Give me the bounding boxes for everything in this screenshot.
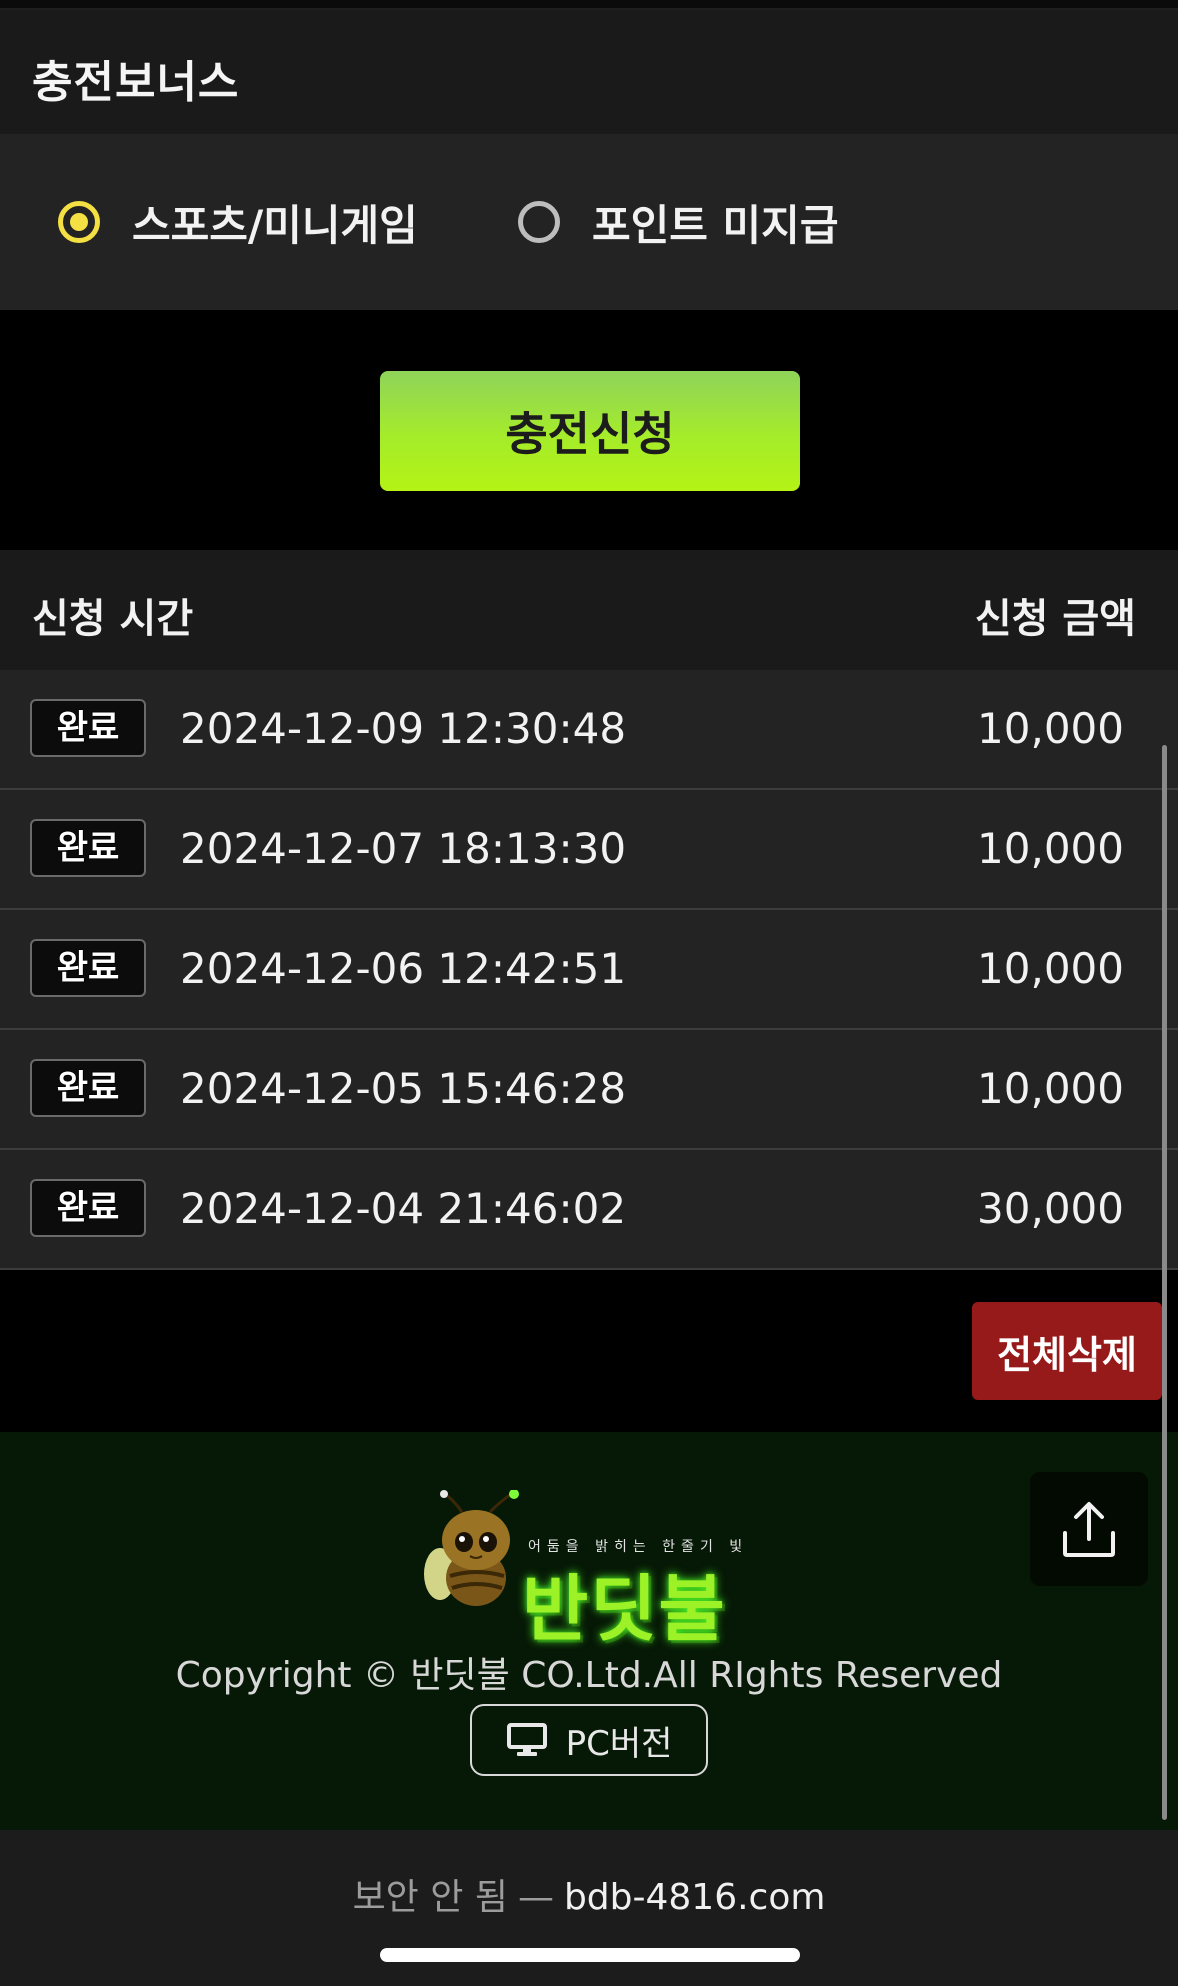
list-item[interactable]: 완료 2024-12-07 18:13:30 10,000 xyxy=(0,790,1178,910)
column-header-amount: 신청 금액 xyxy=(974,596,1136,642)
delete-all-button[interactable]: 전체삭제 xyxy=(972,1302,1162,1400)
browser-address-bar[interactable]: 보안 안 됨 — bdb-4816.com xyxy=(0,1830,1178,1986)
home-indicator[interactable] xyxy=(380,1948,800,1962)
history-list: 완료 2024-12-09 12:30:48 10,000 완료 2024-12… xyxy=(0,670,1178,1270)
share-upload-icon xyxy=(1063,1502,1115,1557)
request-amount: 10,000 xyxy=(977,704,1124,753)
request-datetime: 2024-12-07 18:13:30 xyxy=(180,824,627,873)
scrollbar[interactable] xyxy=(1162,745,1167,1820)
pc-version-button[interactable]: PC버전 xyxy=(470,1704,708,1776)
list-item[interactable]: 완료 2024-12-05 15:46:28 10,000 xyxy=(0,1030,1178,1150)
request-datetime: 2024-12-06 12:42:51 xyxy=(180,944,627,993)
history-header: 신청 시간 신청 금액 xyxy=(0,550,1178,670)
bonus-option-label: 포인트 미지급 xyxy=(592,200,839,250)
request-amount: 30,000 xyxy=(977,1184,1124,1233)
share-button[interactable] xyxy=(1030,1472,1148,1586)
footer: 어둠을 밝히는 한줄기 빛 반딧불 Copyright © 반딧불 CO.Ltd… xyxy=(0,1432,1178,1830)
status-badge: 완료 xyxy=(30,939,146,997)
column-header-time: 신청 시간 xyxy=(32,596,194,642)
bonus-option-sports-minigame[interactable]: 스포츠/미니게임 xyxy=(58,194,418,250)
list-item[interactable]: 완료 2024-12-04 21:46:02 30,000 xyxy=(0,1150,1178,1270)
request-amount: 10,000 xyxy=(977,944,1124,993)
status-badge: 완료 xyxy=(30,1059,146,1117)
status-badge: 완료 xyxy=(30,819,146,877)
logo-brand-text: 반딧불 xyxy=(522,1567,727,1651)
page-title: 충전보너스 xyxy=(32,57,240,108)
status-badge: 완료 xyxy=(30,1179,146,1237)
monitor-icon xyxy=(506,1723,547,1756)
radio-unselected-icon[interactable] xyxy=(518,201,560,243)
radio-selected-icon[interactable] xyxy=(58,201,100,243)
pc-version-label: PC버전 xyxy=(565,1723,673,1764)
list-item[interactable]: 완료 2024-12-09 12:30:48 10,000 xyxy=(0,670,1178,790)
top-edge xyxy=(0,0,1178,10)
request-datetime: 2024-12-05 15:46:28 xyxy=(180,1064,627,1113)
list-item[interactable]: 완료 2024-12-06 12:42:51 10,000 xyxy=(0,910,1178,1030)
bonus-options: 스포츠/미니게임 포인트 미지급 xyxy=(0,134,1178,310)
status-badge: 완료 xyxy=(30,699,146,757)
request-datetime: 2024-12-09 12:30:48 xyxy=(180,704,627,753)
section-header: 충전보너스 xyxy=(0,10,1178,134)
apply-area: 충전신청 xyxy=(0,310,1178,550)
address-text[interactable]: 보안 안 됨 — bdb-4816.com xyxy=(0,1868,1178,1920)
apply-charge-button[interactable]: 충전신청 xyxy=(380,371,800,491)
copyright-text: Copyright © 반딧불 CO.Ltd.All RIghts Reserv… xyxy=(175,1655,1003,1696)
site-logo[interactable]: 어둠을 밝히는 한줄기 빛 반딧불 xyxy=(418,1476,758,1651)
bonus-option-label: 스포츠/미니게임 xyxy=(132,200,418,250)
bonus-option-no-points[interactable]: 포인트 미지급 xyxy=(518,194,838,250)
security-warning: 보안 안 됨 xyxy=(352,1877,508,1918)
request-amount: 10,000 xyxy=(977,824,1124,873)
delete-area: 전체삭제 xyxy=(0,1270,1178,1432)
site-host: bdb-4816.com xyxy=(563,1877,826,1918)
request-datetime: 2024-12-04 21:46:02 xyxy=(180,1184,627,1233)
firefly-mascot-icon xyxy=(424,1490,519,1606)
address-separator: — xyxy=(517,1877,554,1918)
request-amount: 10,000 xyxy=(977,1064,1124,1113)
